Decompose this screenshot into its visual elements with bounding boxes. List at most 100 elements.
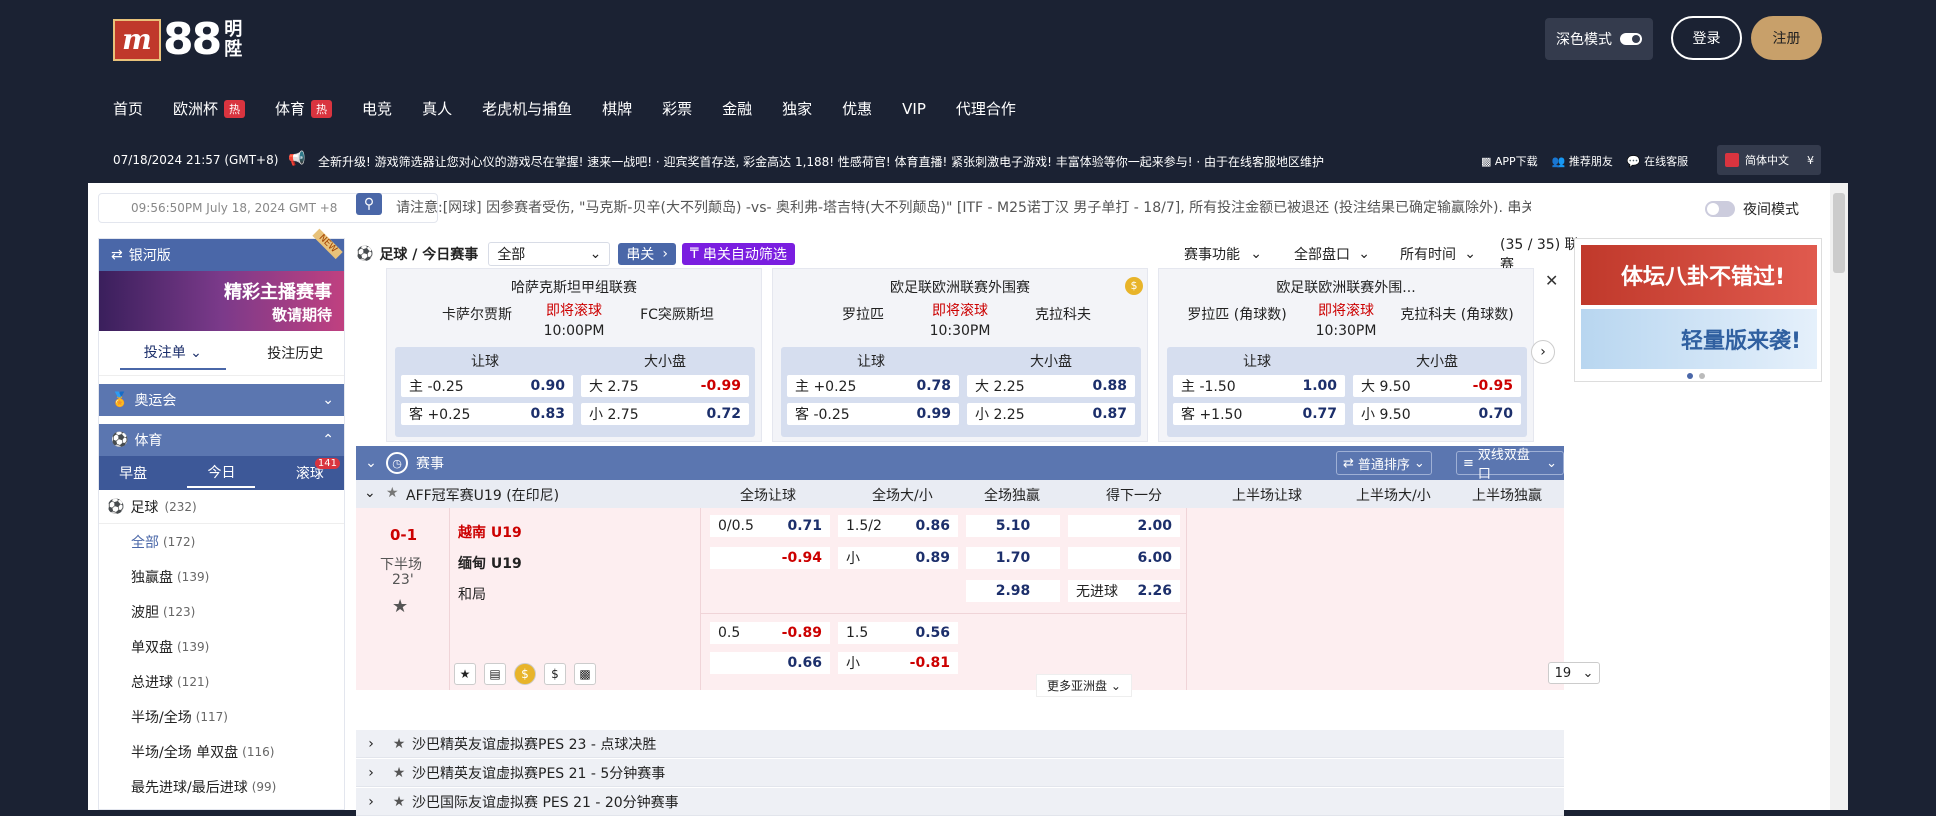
nav-item-slots[interactable]: 老虎机与捕鱼 <box>482 98 572 119</box>
market-ht-ft[interactable]: 半场/全场 (117) <box>99 699 344 734</box>
odds-cell[interactable]: 小 2.75 0.72 <box>581 403 749 425</box>
tab-betslip[interactable]: 投注单 ⌄ <box>119 336 226 370</box>
next-arrow-icon[interactable]: › <box>1531 340 1555 364</box>
league-row[interactable]: › ★ 沙巴精英友谊虚拟赛PES 23 - 点球决胜 <box>356 730 1564 758</box>
announcement-marquee[interactable]: 全新升级! 游戏筛选器让您对心仪的游戏尽在掌握! 速来一战吧! · 迎宾奖首存送… <box>318 153 1478 170</box>
scrollbar-thumb[interactable] <box>1833 193 1845 273</box>
odds-cell[interactable]: 2.98 <box>966 580 1060 602</box>
lines-select[interactable]: ≡ 双线双盘口 ⌄ <box>1456 448 1564 482</box>
market-odd-even[interactable]: 单双盘 (139) <box>99 629 344 664</box>
odds-cell[interactable]: 小 2.25 0.87 <box>967 403 1135 425</box>
all-time-select[interactable]: 所有时间 ⌄ <box>1392 242 1484 266</box>
odds-cell[interactable]: 0.66 <box>710 652 830 674</box>
odds-cell[interactable]: 客 +1.50 0.77 <box>1173 403 1345 425</box>
market-correct-score[interactable]: 波胆 (123) <box>99 594 344 629</box>
nav-item-vip[interactable]: VIP <box>902 98 926 119</box>
chart-icon[interactable]: ▩ <box>574 663 596 685</box>
market-count-select[interactable]: 19 ⌄ <box>1548 662 1600 684</box>
odds-cell[interactable]: 客 +0.25 0.83 <box>401 403 573 425</box>
odds-cell[interactable]: 5.10 <box>966 515 1060 537</box>
odds-cell[interactable]: 0.5 -0.89 <box>710 622 830 644</box>
nav-item-sports[interactable]: 体育热 <box>275 98 333 119</box>
league-row[interactable]: › ★ 沙巴国际友谊虚拟赛 PES 21 - 20分钟赛事 <box>356 788 1564 816</box>
odds-cell[interactable]: 6.00 <box>1068 547 1180 569</box>
tab-bet-history[interactable]: 投注历史 <box>267 343 323 363</box>
nav-item-lottery[interactable]: 彩票 <box>662 98 692 119</box>
odds-cell[interactable]: 1.5 0.56 <box>838 622 958 644</box>
nav-item-cards[interactable]: 棋牌 <box>602 98 632 119</box>
league-row[interactable]: › ★ 沙巴精英友谊虚拟赛PES 21 - 5分钟赛事 <box>356 759 1564 787</box>
odds-cell[interactable]: 大 2.25 0.88 <box>967 375 1135 397</box>
search-button[interactable]: ⚲ <box>356 193 382 215</box>
nav-item-finance[interactable]: 金融 <box>722 98 752 119</box>
odds-cell[interactable]: 大 2.75 -0.99 <box>581 375 749 397</box>
market-select[interactable]: 全部 ⌄ <box>488 242 611 266</box>
odds-cell[interactable]: 主 -1.50 1.00 <box>1173 375 1345 397</box>
sport-football[interactable]: ⚽ 足球 (232) <box>99 490 344 524</box>
auto-parlay-button[interactable]: ₸ 串关自动筛选 <box>681 243 795 265</box>
odds-cell[interactable]: 1.70 <box>966 547 1060 569</box>
star-icon[interactable]: ★ <box>392 596 408 617</box>
odds-cell[interactable]: 小 0.89 <box>838 547 958 569</box>
market-ht-ft-odd-even[interactable]: 半场/全场 单双盘 (116) <box>99 734 344 769</box>
market-moneyline[interactable]: 独赢盘 (139) <box>99 559 344 594</box>
sort-select[interactable]: ⇄ 普通排序 ⌄ <box>1336 451 1432 475</box>
favorite-icon[interactable]: ★ <box>454 663 476 685</box>
odds-cell[interactable]: 客 -0.25 0.99 <box>787 403 959 425</box>
dark-mode-toggle[interactable]: 深色模式 <box>1545 18 1653 60</box>
chevron-down-icon[interactable]: ⌄ <box>356 455 386 471</box>
app-download-link[interactable]: ▩ APP下载 <box>1481 153 1538 169</box>
side-ad-carousel[interactable]: 体坛八卦不错过! 轻量版来袭! <box>1574 238 1822 382</box>
toggle-switch[interactable] <box>1705 201 1735 217</box>
page-scrollbar[interactable] <box>1830 183 1848 810</box>
olympics-section[interactable]: 🏅 奥运会 ⌄ <box>99 384 344 416</box>
nav-item-esports[interactable]: 电竞 <box>362 98 392 119</box>
tab-today[interactable]: 今日 <box>187 458 256 488</box>
login-button[interactable]: 登录 <box>1671 16 1742 60</box>
all-markets-select[interactable]: 全部盘口 ⌄ <box>1286 242 1378 266</box>
odds-cell[interactable]: -0.94 <box>710 547 830 569</box>
nav-item-euro[interactable]: 欧洲杯热 <box>173 98 246 119</box>
cash-out-icon[interactable]: $ <box>514 663 536 685</box>
refer-friend-link[interactable]: 👥 推荐朋友 <box>1552 153 1613 169</box>
odds-cell[interactable]: 无进球 2.26 <box>1068 580 1180 602</box>
parlay-button[interactable]: 串关 › <box>618 243 676 265</box>
carousel-dot[interactable] <box>1699 373 1705 379</box>
odds-cell[interactable]: 主 +0.25 0.78 <box>787 375 959 397</box>
register-button[interactable]: 注册 <box>1751 16 1822 60</box>
market-all[interactable]: 全部 (172) <box>99 524 344 559</box>
odds-cell[interactable]: 小 -0.81 <box>838 652 958 674</box>
tab-early[interactable]: 早盘 <box>119 463 147 483</box>
toggle-switch[interactable] <box>1620 33 1642 45</box>
language-selector[interactable]: 简体中文 ¥ <box>1717 145 1821 175</box>
star-icon[interactable]: ★ <box>386 485 399 501</box>
close-icon[interactable]: ✕ <box>1545 271 1558 290</box>
upcoming-card[interactable]: 欧足联欧洲联赛外围赛 $ 罗拉匹 即将滚球 10:30PM 克拉科夫 让球 大小… <box>772 268 1148 442</box>
dollar-icon[interactable]: $ <box>544 663 566 685</box>
chevron-down-icon[interactable]: ⌄ <box>364 485 376 501</box>
carousel-dot[interactable] <box>1687 373 1693 379</box>
odds-cell[interactable]: 小 9.50 0.70 <box>1353 403 1521 425</box>
odds-cell[interactable]: 1.5/2 0.86 <box>838 515 958 537</box>
match-function-select[interactable]: 赛事功能 ⌄ <box>1176 242 1270 266</box>
market-total-goals[interactable]: 总进球 (121) <box>99 664 344 699</box>
silver-version-link[interactable]: ⇄ 银河版 NEW <box>99 228 344 271</box>
sports-section[interactable]: ⚽ 体育 ⌃ <box>99 424 344 456</box>
nav-item-affiliate[interactable]: 代理合作 <box>956 98 1016 119</box>
ad-banner-gossip[interactable]: 体坛八卦不错过! <box>1581 245 1817 305</box>
odds-cell[interactable]: 主 -0.25 0.90 <box>401 375 573 397</box>
upcoming-card[interactable]: 哈萨克斯坦甲组联赛 卡萨尔贾斯 即将滚球 10:00PM FC突厥斯坦 让球 大… <box>386 268 762 442</box>
nav-item-promotions[interactable]: 优惠 <box>842 98 872 119</box>
nav-item-home[interactable]: 首页 <box>113 98 143 119</box>
more-asian-markets-button[interactable]: 更多亚洲盘 ⌄ <box>1036 674 1132 697</box>
night-mode-toggle[interactable]: 夜间模式 <box>1705 199 1799 219</box>
odds-cell[interactable]: 大 9.50 -0.95 <box>1353 375 1521 397</box>
nav-item-exclusive[interactable]: 独家 <box>782 98 812 119</box>
market-first-last-goal[interactable]: 最先进球/最后进球 (99) <box>99 769 344 804</box>
odds-cell[interactable]: 0/0.5 0.71 <box>710 515 830 537</box>
nav-item-live-casino[interactable]: 真人 <box>422 98 452 119</box>
live-chat-link[interactable]: 💬 在线客服 <box>1627 153 1688 169</box>
site-logo[interactable]: m 88 明陞 <box>113 14 246 65</box>
streamer-banner[interactable]: 精彩主播赛事 敬请期待 <box>99 271 344 331</box>
notice-marquee[interactable]: 请注意:[网球] 因参赛者受伤, "马克斯-贝辛(大不列颠岛) -vs- 奥利弗… <box>396 197 1531 217</box>
